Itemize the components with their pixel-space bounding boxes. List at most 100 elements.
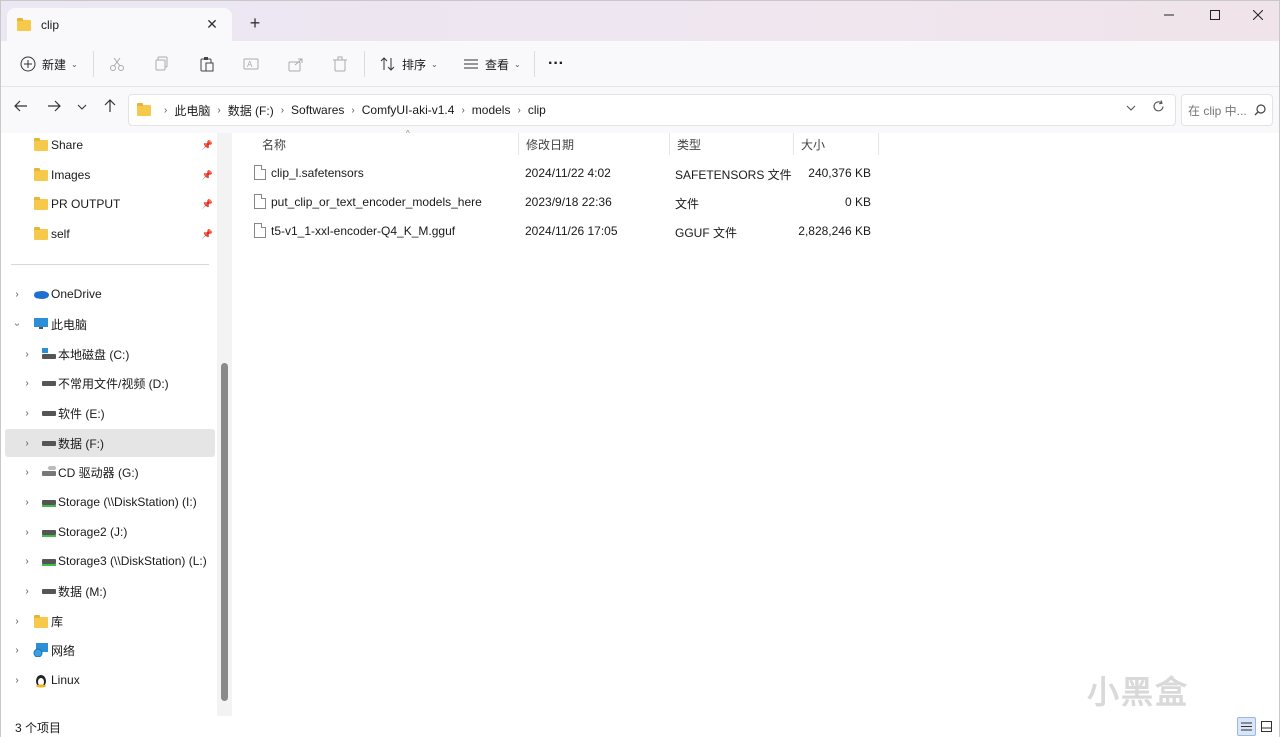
up-button[interactable]	[100, 99, 120, 119]
nav-item-self[interactable]: self 📌	[5, 220, 215, 248]
delete-button[interactable]	[332, 50, 348, 78]
chevron-right-icon: ›	[25, 348, 29, 360]
cut-button[interactable]	[109, 50, 125, 78]
nav-item-drive-f[interactable]: › 数据 (F:)	[5, 429, 215, 457]
more-options-button[interactable]: ···	[548, 50, 564, 78]
breadcrumb-comfyui[interactable]: ComfyUI-aki-v1.4	[362, 103, 455, 117]
folder-icon	[137, 103, 151, 116]
nav-item-library[interactable]: › 库	[5, 607, 215, 635]
view-icon	[464, 59, 478, 69]
maximize-button[interactable]	[1192, 1, 1238, 29]
nav-item-this-pc[interactable]: › 此电脑	[5, 310, 215, 338]
copy-button[interactable]	[154, 50, 170, 78]
column-header-label: 大小	[801, 137, 826, 152]
nav-label: 数据 (F:)	[58, 436, 104, 451]
nav-label: PR OUTPUT	[51, 197, 121, 211]
file-name: t5-v1_1-xxl-encoder-Q4_K_M.gguf	[271, 224, 456, 238]
recent-locations-button[interactable]	[72, 99, 92, 119]
chevron-right-icon: ›	[25, 377, 29, 389]
new-button[interactable]: 新建 ⌄	[20, 50, 78, 78]
nav-item-drive-d[interactable]: › 不常用文件/视频 (D:)	[5, 369, 215, 397]
copy-icon	[155, 56, 168, 71]
file-modified: 2023/9/18 22:36	[525, 195, 612, 209]
sort-icon	[380, 57, 395, 71]
nav-item-drive-e[interactable]: › 软件 (E:)	[5, 399, 215, 427]
search-icon	[1254, 104, 1266, 116]
nav-item-linux[interactable]: › Linux	[5, 666, 215, 694]
search-input[interactable]: 在 clip 中...	[1181, 94, 1273, 126]
refresh-icon	[1153, 100, 1164, 112]
address-bar[interactable]: › 此电脑 › 数据 (F:) › Softwares › ComfyUI-ak…	[128, 94, 1176, 126]
new-tab-button[interactable]: +	[245, 13, 265, 33]
chevron-right-icon: ›	[164, 104, 168, 116]
back-button[interactable]	[11, 99, 31, 119]
nav-item-onedrive[interactable]: › OneDrive	[5, 280, 215, 308]
refresh-button[interactable]	[1152, 100, 1165, 116]
plus-circle-icon	[20, 56, 36, 72]
nav-item-drive-m[interactable]: › 数据 (M:)	[5, 577, 215, 605]
new-label: 新建	[42, 57, 67, 72]
nav-scrollbar-thumb[interactable]	[221, 363, 228, 701]
file-icon	[254, 165, 266, 180]
nav-label: Linux	[51, 673, 80, 687]
breadcrumb-drive-f[interactable]: 数据 (F:)	[228, 102, 274, 119]
pin-icon: 📌	[201, 169, 213, 180]
column-header-modified[interactable]: 修改日期	[519, 133, 670, 155]
paste-button[interactable]	[199, 50, 215, 78]
file-name: put_clip_or_text_encoder_models_here	[271, 195, 482, 209]
cloud-icon	[34, 291, 49, 299]
close-tab-icon[interactable]: ✕	[202, 16, 222, 33]
nav-item-share[interactable]: Share 📌	[5, 131, 215, 159]
forward-button[interactable]	[44, 99, 64, 119]
view-button[interactable]: 查看 ⌄	[463, 50, 521, 78]
nav-item-drive-j[interactable]: › Storage2 (J:)	[5, 518, 215, 546]
nav-label: 网络	[51, 643, 76, 658]
minimize-icon	[1164, 14, 1174, 16]
svg-text:A: A	[247, 60, 253, 69]
rename-button[interactable]: A	[243, 50, 259, 78]
sort-button[interactable]: 排序 ⌄	[380, 50, 438, 78]
file-size: 2,828,246 KB	[798, 224, 871, 238]
nav-item-drive-c[interactable]: › 本地磁盘 (C:)	[5, 340, 215, 368]
file-list: 名称 ^ 修改日期 类型 大小 clip_l.safetensors 2024/…	[233, 129, 1279, 716]
sort-label: 排序	[402, 57, 427, 72]
file-row[interactable]: clip_l.safetensors 2024/11/22 4:02 SAFET…	[253, 159, 879, 187]
share-button[interactable]	[288, 50, 304, 78]
nav-item-pr-output[interactable]: PR OUTPUT 📌	[5, 190, 215, 218]
nav-item-images[interactable]: Images 📌	[5, 161, 215, 189]
address-history-button[interactable]	[1125, 102, 1137, 117]
breadcrumb-softwares[interactable]: Softwares	[291, 103, 344, 117]
minimize-button[interactable]	[1146, 1, 1192, 29]
nav-label: Images	[51, 168, 91, 182]
file-size: 240,376 KB	[808, 166, 871, 180]
file-row[interactable]: put_clip_or_text_encoder_models_here 202…	[253, 188, 879, 216]
chevron-down-icon: ⌄	[71, 59, 78, 69]
breadcrumb-models[interactable]: models	[472, 103, 511, 117]
breadcrumb-clip[interactable]: clip	[528, 103, 546, 117]
rename-icon: A	[243, 58, 259, 70]
column-header-name[interactable]: 名称 ^	[255, 129, 519, 155]
chevron-right-icon: ›	[25, 526, 29, 538]
column-header-type[interactable]: 类型	[670, 133, 794, 155]
chevron-down-icon	[77, 104, 87, 110]
nav-item-drive-g[interactable]: › CD 驱动器 (G:)	[5, 458, 215, 486]
chevron-down-icon	[1126, 105, 1136, 111]
nav-scrollbar[interactable]	[217, 133, 232, 716]
nav-item-drive-i[interactable]: › Storage (\\DiskStation) (I:)	[5, 488, 215, 516]
nav-item-drive-l[interactable]: › Storage3 (\\DiskStation) (L:)	[5, 547, 215, 575]
column-header-label: 名称	[262, 137, 287, 152]
chevron-right-icon: ›	[15, 674, 19, 686]
tab-clip[interactable]: clip ✕	[7, 8, 232, 41]
file-type: GGUF 文件	[675, 226, 737, 240]
divider	[534, 51, 535, 77]
details-view-button[interactable]	[1237, 717, 1256, 736]
breadcrumb-this-pc[interactable]: 此电脑	[174, 102, 210, 119]
nav-item-network[interactable]: › 网络	[5, 636, 215, 664]
file-row[interactable]: t5-v1_1-xxl-encoder-Q4_K_M.gguf 2024/11/…	[253, 217, 879, 245]
column-header-size[interactable]: 大小	[794, 133, 879, 155]
close-window-button[interactable]	[1235, 1, 1280, 29]
pin-icon: 📌	[201, 139, 213, 150]
divider	[364, 51, 365, 77]
preview-view-button[interactable]	[1257, 717, 1276, 736]
chevron-down-icon: ⌄	[431, 59, 438, 69]
